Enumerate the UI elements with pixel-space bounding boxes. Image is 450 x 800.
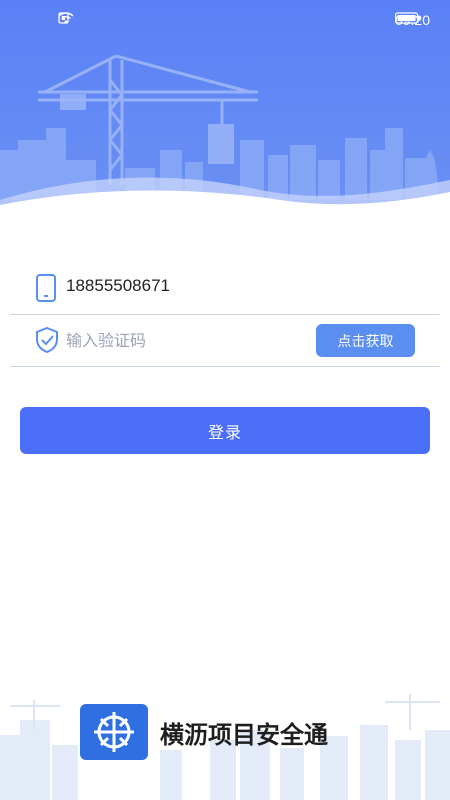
brand: 横沥项目安全通 [80, 704, 328, 760]
get-code-button[interactable]: 点击获取 [316, 324, 415, 357]
shield-check-icon [36, 326, 58, 354]
app-logo-mark [94, 712, 134, 752]
verification-code-input[interactable] [66, 326, 296, 354]
status-bar: 09:20 [0, 0, 450, 40]
status-right-icons: 09:20 [394, 12, 430, 28]
verification-code-row: 点击获取 [10, 314, 440, 367]
battery-icon [394, 12, 420, 24]
phone-number[interactable]: 18855508671 [66, 276, 170, 296]
phone-icon [36, 274, 56, 302]
app-name: 横沥项目安全通 [160, 720, 328, 749]
phone-row: 18855508671 [10, 262, 440, 315]
login-button[interactable]: 登录 [20, 407, 430, 454]
wifi-icon [58, 12, 74, 24]
app-logo-icon [80, 704, 148, 760]
header-banner: 09:20 [0, 0, 450, 215]
